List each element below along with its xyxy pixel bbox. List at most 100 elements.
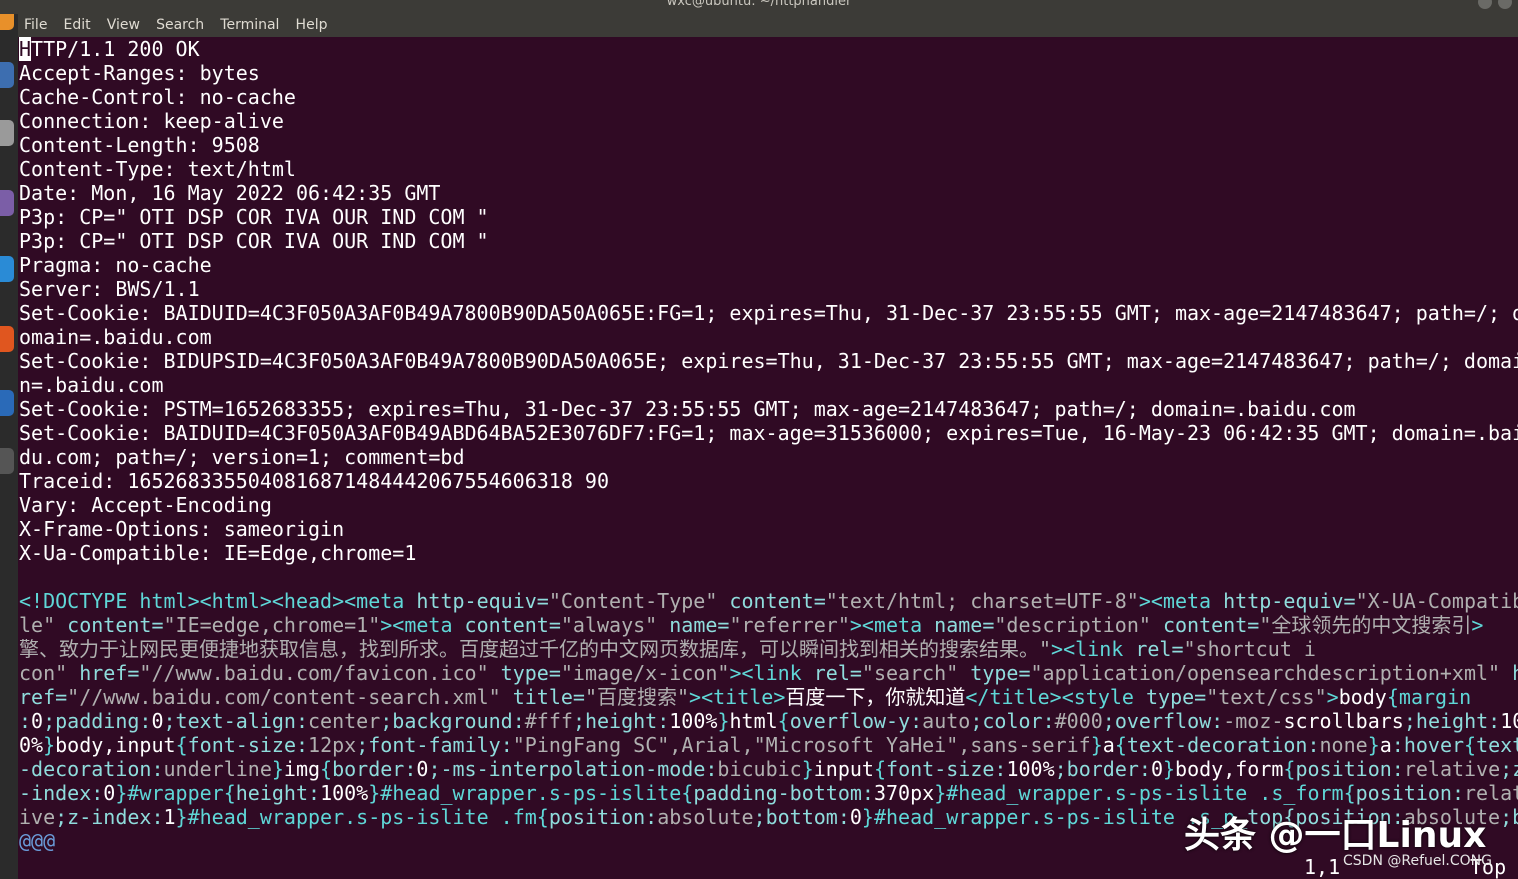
- header-line: Traceid: 1652683355040816871484442067554…: [19, 469, 610, 493]
- syntax-token: 0: [849, 805, 862, 829]
- syntax-token: -index:: [19, 781, 104, 805]
- header-line: P3p: CP=" OTI DSP COR IVA OUR IND COM ": [19, 229, 489, 253]
- syntax-token: @@@: [19, 829, 56, 853]
- terminal-lines: HTTP/1.1 200 OK Accept-Ranges: bytes Cache…: [19, 37, 1518, 853]
- menu-file[interactable]: File: [18, 14, 52, 37]
- help-icon[interactable]: [0, 390, 14, 416]
- terminal-output[interactable]: HTTP/1.1 200 OK Accept-Ranges: bytes Cache…: [18, 37, 1518, 879]
- header-line: Set-Cookie: BAIDUID=4C3F050A3AF0B49A7800…: [19, 301, 1518, 325]
- syntax-token: ><meta: [849, 613, 935, 637]
- syntax-token: body: [1338, 685, 1387, 709]
- syntax-token: ;background:: [380, 709, 525, 733]
- syntax-token: :hover: [1391, 733, 1465, 757]
- syntax-token: }: [801, 757, 814, 781]
- syntax-token: ><meta: [380, 613, 465, 637]
- syntax-token: a: [1379, 733, 1392, 757]
- header-line: Server: BWS/1.1: [19, 277, 200, 301]
- syntax-token: }: [1090, 733, 1103, 757]
- html-source-line: 擎、致力于让网民更便捷地获取信息，找到所求。百度超过千亿的中文网页数据库，可以瞬…: [19, 637, 1518, 661]
- menu-edit[interactable]: Edit: [58, 14, 96, 37]
- syntax-token: 1: [163, 805, 176, 829]
- syntax-token: content=: [464, 613, 561, 637]
- syntax-token: ><link: [1051, 637, 1136, 661]
- syntax-token: body,input: [55, 733, 176, 757]
- syntax-token: content=: [55, 613, 164, 637]
- syntax-token: "IE=edge,chrome=1": [163, 613, 381, 637]
- syntax-token: }#head_wrapper.s-ps-islite{: [368, 781, 694, 805]
- rhythmbox-icon[interactable]: [0, 190, 14, 216]
- syntax-token: "//www.baidu.com/favicon.ico": [139, 661, 489, 685]
- syntax-token: {: [320, 757, 333, 781]
- writer-icon[interactable]: [0, 256, 14, 282]
- syntax-token: http-equiv=: [416, 589, 549, 613]
- syntax-token: 100%: [1006, 757, 1055, 781]
- html-source-line: con" href="//www.baidu.com/favicon.ico" …: [19, 661, 1518, 685]
- syntax-token: con": [19, 661, 68, 685]
- syntax-token: {: [1464, 733, 1477, 757]
- syntax-token: name=: [657, 613, 730, 637]
- syntax-token: 0: [151, 709, 164, 733]
- menu-search[interactable]: Search: [150, 14, 209, 37]
- syntax-token: type=: [958, 661, 1031, 685]
- thunderbird-icon[interactable]: [0, 62, 14, 88]
- syntax-token: "Content-Type": [548, 589, 718, 613]
- html-source-line: 0%}body,input{font-size:12px;font-family…: [19, 733, 1518, 757]
- html-source-line: -decoration:underline}img{border:0;-ms-i…: [19, 757, 1518, 781]
- syntax-token: "PingFang SC",Arial,"Microsoft YaHei",sa…: [512, 733, 1091, 757]
- menu-view[interactable]: View: [101, 14, 145, 37]
- syntax-token: }#head_wrapper.s-ps-islite .s_form{: [934, 781, 1356, 805]
- syntax-token: 0%: [19, 733, 44, 757]
- syntax-token: le": [19, 613, 56, 637]
- syntax-token: position:: [548, 805, 658, 829]
- syntax-token: 0: [31, 709, 44, 733]
- syntax-token: title=: [500, 685, 585, 709]
- minimize-icon[interactable]: [1478, 0, 1492, 9]
- files-icon[interactable]: [0, 120, 14, 146]
- syntax-token: type=: [488, 661, 561, 685]
- syntax-token: 370px: [873, 781, 935, 805]
- syntax-token: }: [271, 757, 284, 781]
- syntax-token: 擎、致力于让网民更便捷地获取信息，找到所求。百度超过千亿的中文网页数据库，可以瞬…: [19, 637, 1052, 661]
- header-line: Pragma: no-cache: [19, 253, 212, 277]
- header-line: [19, 565, 1518, 589]
- syntax-token: -decoration:: [19, 757, 164, 781]
- syntax-token: auto: [922, 709, 971, 733]
- syntax-token: "always": [560, 613, 658, 637]
- syntax-token: "shortcut i: [1183, 637, 1316, 661]
- syntax-token: ;padding:: [43, 709, 152, 733]
- syntax-token: {: [175, 733, 188, 757]
- header-line: Vary: Accept-Encoding: [19, 493, 272, 517]
- syntax-token: ;b: [1500, 805, 1518, 829]
- syntax-token: <!DOCTYPE html><html><head><meta: [19, 589, 417, 613]
- syntax-token: none: [1319, 733, 1368, 757]
- syntax-token: ;text-align:: [163, 709, 309, 733]
- html-source-line: -index:0}#wrapper{height:100%}#head_wrap…: [19, 781, 1518, 805]
- html-source-line: ref="//www.baidu.com/content-search.xml"…: [19, 685, 1518, 709]
- header-line: du.com; path=/; version=1; comment=bd: [19, 445, 465, 469]
- syntax-token: ;-ms-interpolation-mode:: [428, 757, 718, 781]
- menu-terminal[interactable]: Terminal: [214, 14, 284, 37]
- syntax-token: }: [717, 709, 730, 733]
- syntax-token: href=: [67, 661, 140, 685]
- syntax-token: {margin: [1386, 685, 1472, 709]
- syntax-token: 0: [103, 781, 116, 805]
- syntax-token: }#wrapper{: [115, 781, 236, 805]
- syntax-token: 0: [1150, 757, 1163, 781]
- syntax-token: scrollbars: [1283, 709, 1404, 733]
- syntax-token: {: [1114, 733, 1127, 757]
- syntax-token: }: [43, 733, 56, 757]
- terminal-icon[interactable]: [0, 448, 14, 474]
- menu-help[interactable]: Help: [290, 14, 333, 37]
- syntax-token: "text/css": [1206, 685, 1327, 709]
- syntax-token: {: [873, 757, 887, 781]
- software-icon[interactable]: [0, 326, 14, 352]
- header-line: Content-Length: 9508: [19, 133, 260, 157]
- syntax-token: #000: [1054, 709, 1103, 733]
- syntax-token: relative: [1403, 757, 1501, 781]
- syntax-token: position:: [1295, 757, 1404, 781]
- syntax-token: ;z: [1500, 757, 1518, 781]
- syntax-token: ;z-index:: [55, 805, 164, 829]
- maximize-icon[interactable]: [1498, 0, 1512, 9]
- cursor-position: 1,1: [1304, 855, 1341, 879]
- syntax-token: -moz-: [1223, 709, 1284, 733]
